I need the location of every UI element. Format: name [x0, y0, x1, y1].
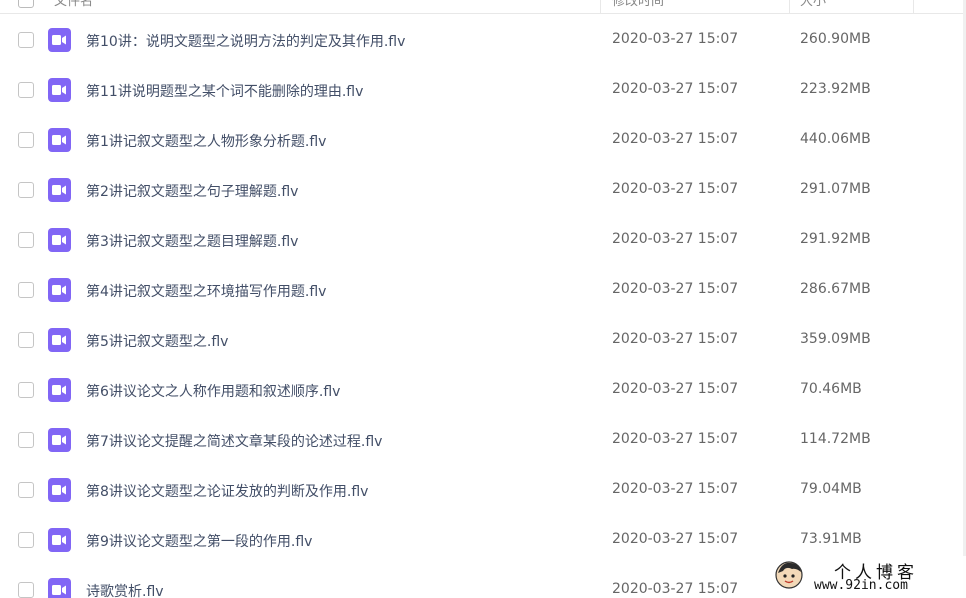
file-modified-time: 2020-03-27 15:07	[612, 131, 739, 147]
video-file-icon	[48, 478, 71, 502]
file-modified-time: 2020-03-27 15:07	[612, 231, 739, 247]
watermark-logo-icon	[775, 561, 803, 589]
video-file-icon	[48, 528, 71, 552]
file-row[interactable]: 第3讲记叙文题型之题目理解题.flv 2020-03-27 15:07 291.92…	[0, 215, 966, 265]
file-size: 73.91MB	[800, 531, 862, 547]
row-checkbox[interactable]	[18, 32, 34, 48]
file-modified-time: 2020-03-27 15:07	[612, 181, 739, 197]
file-row[interactable]: 第6讲议论文之人称作用题和叙述顺序.flv 2020-03-27 15:07 70.…	[0, 365, 966, 415]
file-size: 291.92MB	[800, 231, 871, 247]
file-row[interactable]: 第4讲记叙文题型之环境描写作用题.flv 2020-03-27 15:07 286.…	[0, 265, 966, 315]
file-name[interactable]: 第10讲：说明文题型之说明方法的判定及其作用.flv	[86, 31, 405, 51]
video-file-icon	[48, 278, 71, 302]
watermark: 个人博客 www.92in.com	[770, 556, 966, 598]
file-modified-time: 2020-03-27 15:07	[612, 331, 739, 347]
row-checkbox[interactable]	[18, 332, 34, 348]
video-file-icon	[48, 578, 71, 598]
file-row[interactable]: 第10讲：说明文题型之说明方法的判定及其作用.flv 2020-03-27 15:…	[0, 15, 966, 65]
file-modified-time: 2020-03-27 15:07	[612, 431, 739, 447]
file-modified-time: 2020-03-27 15:07	[612, 31, 739, 47]
file-name[interactable]: 第7讲议论文提醒之简述文章某段的论述过程.flv	[86, 431, 382, 451]
column-divider	[789, 0, 790, 14]
file-size: 223.92MB	[800, 81, 871, 97]
file-name[interactable]: 第11讲说明题型之某个词不能删除的理由.flv	[86, 81, 363, 101]
file-modified-time: 2020-03-27 15:07	[612, 531, 739, 547]
column-divider	[600, 0, 601, 14]
file-size: 79.04MB	[800, 481, 862, 497]
video-file-icon	[48, 178, 71, 202]
video-file-icon	[48, 228, 71, 252]
video-file-icon	[48, 378, 71, 402]
video-file-icon	[48, 428, 71, 452]
file-size: 291.07MB	[800, 181, 871, 197]
file-modified-time: 2020-03-27 15:07	[612, 581, 739, 597]
column-divider	[913, 0, 914, 14]
video-file-icon	[48, 78, 71, 102]
file-name[interactable]: 第6讲议论文之人称作用题和叙述顺序.flv	[86, 381, 340, 401]
column-header-time[interactable]: 修改时间	[612, 0, 664, 9]
file-modified-time: 2020-03-27 15:07	[612, 481, 739, 497]
row-checkbox[interactable]	[18, 182, 34, 198]
column-header-name[interactable]: 文件名	[54, 0, 93, 9]
row-checkbox[interactable]	[18, 482, 34, 498]
file-name[interactable]: 诗歌赏析.flv	[86, 581, 164, 598]
watermark-url: www.92in.com	[814, 578, 908, 593]
file-name[interactable]: 第2讲记叙文题型之句子理解题.flv	[86, 181, 298, 201]
file-size: 440.06MB	[800, 131, 871, 147]
file-size: 359.09MB	[800, 331, 871, 347]
file-name[interactable]: 第3讲记叙文题型之题目理解题.flv	[86, 231, 298, 251]
file-size: 70.46MB	[800, 381, 862, 397]
sort-chevron-down-icon[interactable]: ⌄	[772, 0, 780, 3]
video-file-icon	[48, 328, 71, 352]
file-size: 260.90MB	[800, 31, 871, 47]
file-list: 文件名 修改时间 ⌄ 大小 第10讲：说明文题型之说明方法的判定及其作用.flv…	[0, 0, 966, 598]
file-size: 286.67MB	[800, 281, 871, 297]
file-size: 114.72MB	[800, 431, 871, 447]
file-row[interactable]: 第11讲说明题型之某个词不能删除的理由.flv 2020-03-27 15:07 2…	[0, 65, 966, 115]
file-name[interactable]: 第5讲记叙文题型之.flv	[86, 331, 228, 351]
row-checkbox[interactable]	[18, 432, 34, 448]
row-checkbox[interactable]	[18, 282, 34, 298]
column-header-size[interactable]: 大小	[800, 0, 826, 9]
row-checkbox[interactable]	[18, 232, 34, 248]
file-row[interactable]: 第2讲记叙文题型之句子理解题.flv 2020-03-27 15:07 291.07…	[0, 165, 966, 215]
file-name[interactable]: 第4讲记叙文题型之环境描写作用题.flv	[86, 281, 326, 301]
row-checkbox[interactable]	[18, 582, 34, 598]
file-modified-time: 2020-03-27 15:07	[612, 81, 739, 97]
file-row[interactable]: 第1讲记叙文题型之人物形象分析题.flv 2020-03-27 15:07 440.…	[0, 115, 966, 165]
file-modified-time: 2020-03-27 15:07	[612, 381, 739, 397]
row-checkbox[interactable]	[18, 532, 34, 548]
file-name[interactable]: 第1讲记叙文题型之人物形象分析题.flv	[86, 131, 326, 151]
row-checkbox[interactable]	[18, 382, 34, 398]
file-row[interactable]: 第8讲议论文题型之论证发放的判断及作用.flv 2020-03-27 15:07 7…	[0, 465, 966, 515]
row-checkbox[interactable]	[18, 82, 34, 98]
video-file-icon	[48, 128, 71, 152]
file-modified-time: 2020-03-27 15:07	[612, 281, 739, 297]
list-header: 文件名 修改时间 ⌄ 大小	[0, 0, 966, 14]
file-row[interactable]: 第5讲记叙文题型之.flv 2020-03-27 15:07 359.09MB	[0, 315, 966, 365]
row-checkbox[interactable]	[18, 132, 34, 148]
file-name[interactable]: 第9讲议论文题型之第一段的作用.flv	[86, 531, 312, 551]
select-all-checkbox[interactable]	[18, 0, 34, 8]
file-name[interactable]: 第8讲议论文题型之论证发放的判断及作用.flv	[86, 481, 368, 501]
file-row[interactable]: 第7讲议论文提醒之简述文章某段的论述过程.flv 2020-03-27 15:07…	[0, 415, 966, 465]
video-file-icon	[48, 28, 71, 52]
